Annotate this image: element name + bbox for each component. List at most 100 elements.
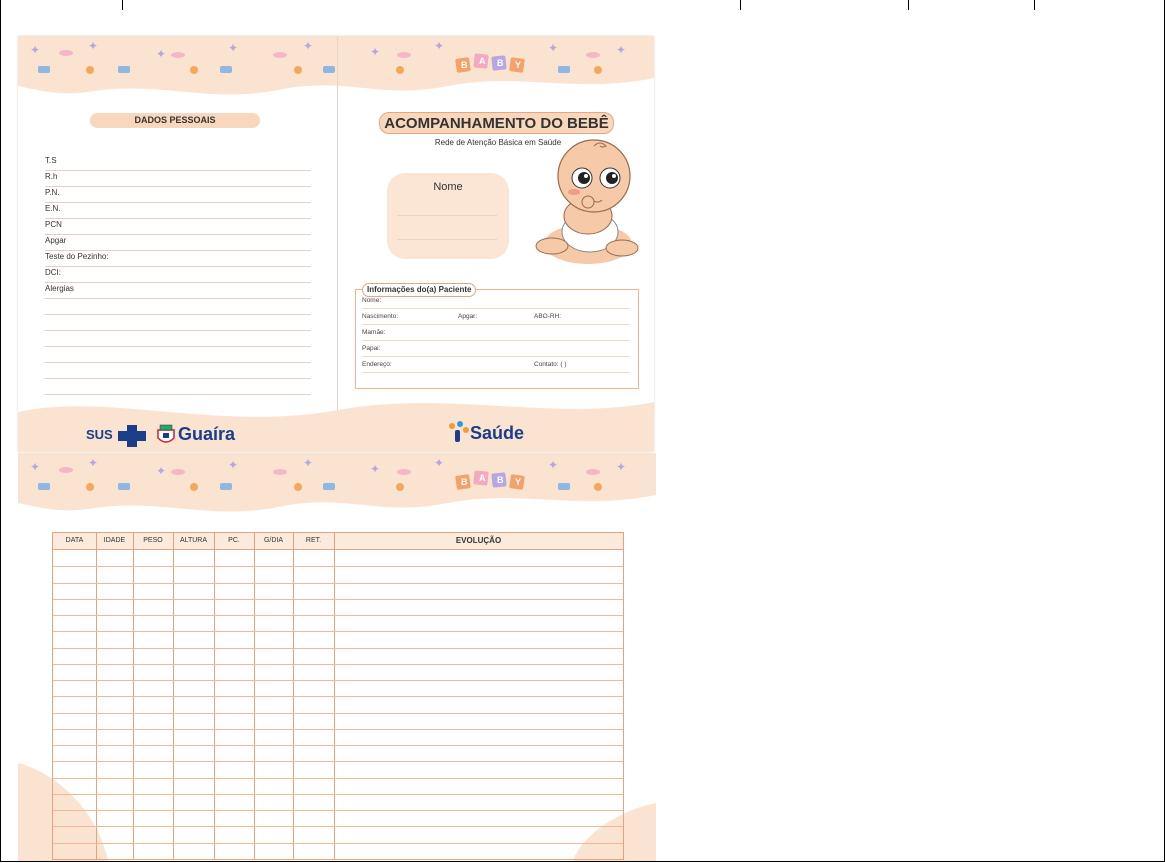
table-row-line <box>53 826 623 828</box>
svg-text:✦: ✦ <box>616 460 626 474</box>
saude-mark-icon <box>449 421 469 442</box>
top-column-line <box>1034 0 1035 10</box>
sus-cross-icon <box>118 425 146 447</box>
info-row-papai: Papai: <box>362 341 630 357</box>
booklet-spread: ✦ ✦ ✦ ✦ ✦ ✦ ✦ ✦ ✦ B A B Y DADOS PESSOAIS… <box>18 36 654 452</box>
blank-line <box>45 362 311 379</box>
col-header: PESO <box>143 537 163 544</box>
svg-text:✦: ✦ <box>228 41 238 55</box>
blank-line <box>45 330 311 347</box>
info-label: Mamãe: <box>362 329 386 336</box>
table-row-line <box>53 598 623 600</box>
baby-block-letter: Y <box>515 60 522 70</box>
field-row: Alergias <box>45 282 311 299</box>
table-row-line <box>53 663 623 665</box>
page-title: ACOMPANHAMENTO DO BEBÊ <box>379 112 614 134</box>
info-label: Nascimento: <box>362 313 399 320</box>
table-row-line <box>53 680 623 682</box>
table-row-line <box>53 777 623 779</box>
table-row-line <box>53 712 623 714</box>
patient-info-box: Informações do(a) Paciente Nome: Nascime… <box>355 283 639 389</box>
page-fold <box>337 36 338 452</box>
baby-block-letter: B <box>461 477 468 487</box>
field-row: Apgar <box>45 234 311 251</box>
info-row-nome: Nome: <box>362 293 630 309</box>
baby-block-letter: Y <box>515 477 522 487</box>
svg-text:✦: ✦ <box>370 462 380 476</box>
info-row-endereco: Endereço: Contato: ( ) <box>362 357 630 373</box>
table-header: DATA IDADE PESO ALTURA PC. G/DIA RET. EV… <box>53 533 623 550</box>
col-header: PC. <box>228 537 240 544</box>
table-row-line <box>53 793 623 795</box>
col-header: IDADE <box>103 537 126 544</box>
svg-text:✦: ✦ <box>370 45 380 59</box>
table-row-line <box>53 615 623 617</box>
svg-text:✦: ✦ <box>156 464 166 478</box>
svg-text:✦: ✦ <box>88 456 98 470</box>
baby-illustration <box>535 139 639 264</box>
svg-text:✦: ✦ <box>228 458 238 472</box>
info-label: Nome: <box>362 297 382 304</box>
svg-text:✦: ✦ <box>156 47 166 61</box>
table-row-line <box>53 745 623 747</box>
field-row: PCN <box>45 218 311 235</box>
col-header-evolucao: EVOLUÇÃO <box>455 536 502 545</box>
blank-line <box>45 314 311 331</box>
field-row: P.N. <box>45 186 311 203</box>
info-label: Endereço: <box>362 361 392 368</box>
field-row: E.N. <box>45 202 311 219</box>
saude-logo: Saúde <box>470 423 525 443</box>
table-row-line <box>53 582 623 584</box>
table-row-line <box>53 761 623 763</box>
sus-logo: SUS <box>86 427 113 442</box>
info-label: Papai: <box>362 345 381 352</box>
name-line <box>397 215 497 216</box>
svg-text:✦: ✦ <box>303 39 313 53</box>
name-label: Nome <box>433 181 463 193</box>
table-row-line <box>53 842 623 844</box>
table-row-line <box>53 696 623 698</box>
bottom-wave <box>18 402 654 452</box>
section-title-dados: DADOS PESSOAIS <box>90 113 260 128</box>
baby-block-letter: A <box>479 473 486 483</box>
table-row-line <box>53 566 623 568</box>
col-header: RET. <box>305 537 322 544</box>
table-row-line <box>53 810 623 812</box>
tracking-sheet: ✦ ✦ ✦ ✦ ✦ ✦ ✦ ✦ ✦ B A B Y DATA IDADE PES… <box>18 453 656 861</box>
top-column-line <box>908 0 909 10</box>
svg-text:✦: ✦ <box>88 39 98 53</box>
tracking-table: DATA IDADE PESO ALTURA PC. G/DIA RET. EV… <box>52 532 624 860</box>
col-header: G/DIA <box>263 537 284 544</box>
info-row-nascimento: Nascimento: Apgar: ABO-RH: <box>362 309 630 325</box>
blank-line <box>45 298 311 315</box>
baby-block-letter: B <box>497 475 504 485</box>
blank-line <box>45 346 311 363</box>
baby-banner: ✦ ✦ ✦ ✦ ✦ ✦ ✦ ✦ ✦ <box>18 36 654 95</box>
city-crest-icon <box>157 424 175 443</box>
svg-text:✦: ✦ <box>434 456 444 470</box>
baby-block-letter: A <box>479 56 486 66</box>
name-box: Nome <box>387 173 509 259</box>
baby-block-letter: B <box>497 58 504 68</box>
info-label: ABO-RH: <box>534 313 562 320</box>
info-row-mamae: Mamãe: <box>362 325 630 341</box>
col-header: ALTURA <box>179 537 208 544</box>
top-column-line <box>740 0 741 10</box>
col-header: DATA <box>65 537 84 544</box>
svg-text:✦: ✦ <box>30 460 40 474</box>
svg-text:✦: ✦ <box>30 43 40 57</box>
info-label: Apgar: <box>458 313 478 320</box>
field-row: R.h <box>45 170 311 187</box>
svg-text:✦: ✦ <box>548 458 558 472</box>
field-row: Teste do Pezinho: <box>45 250 311 267</box>
table-row-line <box>53 631 623 633</box>
field-row: T.S <box>45 154 311 171</box>
field-row: DCI: <box>45 266 311 283</box>
baby-block-letter: B <box>461 60 468 70</box>
top-column-line <box>122 0 123 10</box>
svg-text:✦: ✦ <box>303 456 313 470</box>
svg-text:✦: ✦ <box>434 39 444 53</box>
table-row-line <box>53 728 623 730</box>
table-row-line <box>53 647 623 649</box>
svg-text:✦: ✦ <box>548 41 558 55</box>
